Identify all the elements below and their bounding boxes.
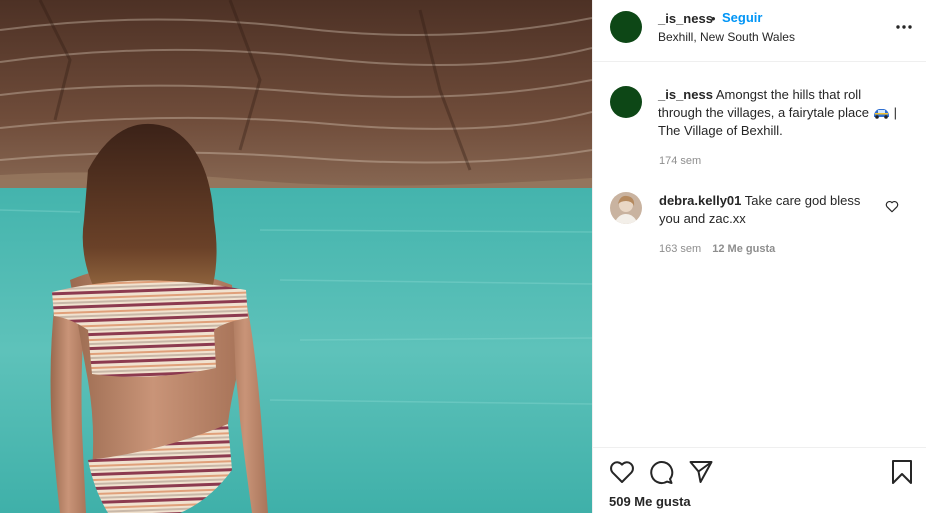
comment-like-icon[interactable] xyxy=(885,200,899,213)
separator-dot: • xyxy=(711,11,716,26)
bookmark-icon[interactable] xyxy=(889,459,915,485)
comment-likes[interactable]: 12 Me gusta xyxy=(712,243,775,255)
caption-avatar[interactable] xyxy=(610,86,642,118)
post-photo[interactable] xyxy=(0,0,592,513)
author-avatar[interactable] xyxy=(610,11,642,43)
post-modal: _is_ness • Seguir Bexhill, New South Wal… xyxy=(0,0,926,513)
share-icon[interactable] xyxy=(688,459,714,485)
comment-item: debra.kelly01 Take care god bless you an… xyxy=(659,192,874,228)
post-actions: 509 Me gusta xyxy=(593,447,926,513)
comment-username[interactable]: debra.kelly01 xyxy=(659,193,741,208)
follow-button[interactable]: Seguir xyxy=(722,10,762,25)
more-horizontal-icon[interactable] xyxy=(895,24,913,30)
likes-count[interactable]: 509 Me gusta xyxy=(609,494,691,509)
heart-icon[interactable] xyxy=(609,459,635,485)
author-username[interactable]: _is_ness xyxy=(658,11,713,26)
commenter-photo xyxy=(610,192,642,224)
caption-timestamp[interactable]: 174 sem xyxy=(659,155,701,167)
post-caption: _is_ness Amongst the hills that roll thr… xyxy=(658,86,908,140)
post-location[interactable]: Bexhill, New South Wales xyxy=(658,30,795,44)
caption-username[interactable]: _is_ness xyxy=(658,87,713,102)
post-image xyxy=(0,0,592,513)
post-sidebar: _is_ness • Seguir Bexhill, New South Wal… xyxy=(592,0,926,513)
comment-meta: 163 sem 12 Me gusta xyxy=(659,243,775,255)
commenter-avatar[interactable] xyxy=(610,192,642,224)
car-emoji-icon xyxy=(873,109,889,119)
post-header: _is_ness • Seguir Bexhill, New South Wal… xyxy=(593,0,926,62)
comment-timestamp[interactable]: 163 sem xyxy=(659,243,701,255)
comment-icon[interactable] xyxy=(648,459,674,485)
